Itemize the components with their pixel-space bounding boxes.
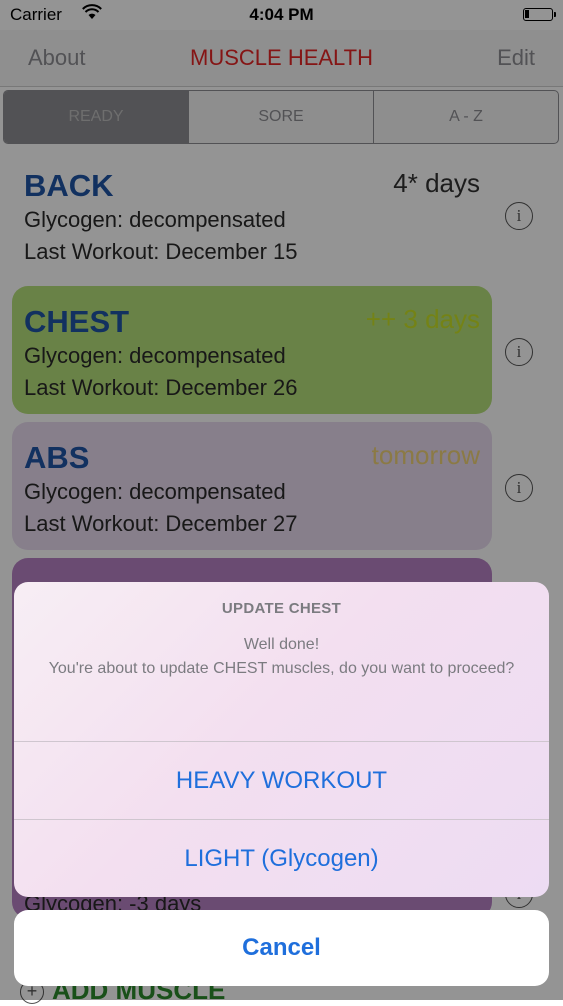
light-glycogen-button[interactable]: LIGHT (Glycogen) (14, 820, 549, 897)
action-sheet-title: UPDATE CHEST (221, 600, 342, 617)
action-sheet-message: Well done! You're about to update CHEST … (14, 633, 549, 681)
action-sheet-header: UPDATE CHEST Well done! You're about to … (14, 582, 549, 742)
heavy-workout-button[interactable]: HEAVY WORKOUT (14, 742, 549, 820)
message-line-2: You're about to update CHEST muscles, do… (48, 660, 515, 677)
action-sheet: UPDATE CHEST Well done! You're about to … (14, 582, 549, 897)
cancel-button[interactable]: Cancel (14, 910, 549, 986)
message-line-1: Well done! (243, 636, 320, 653)
